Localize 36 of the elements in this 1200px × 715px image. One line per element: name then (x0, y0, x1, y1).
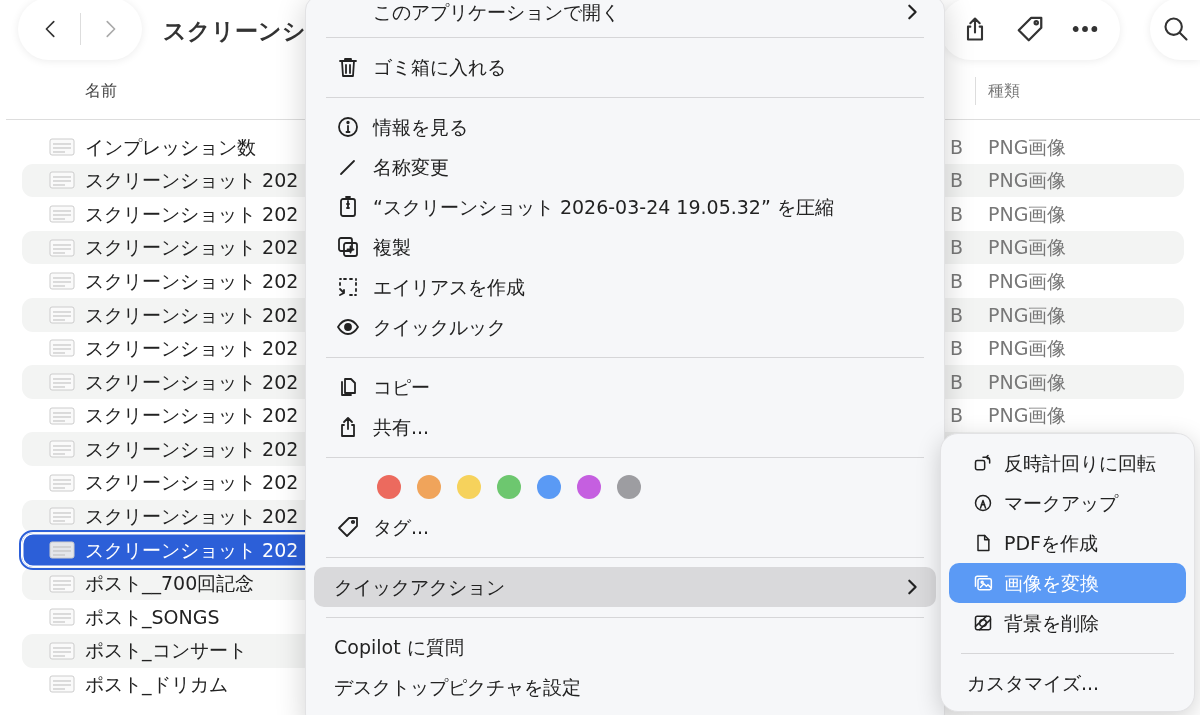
file-name: スクリーンショット 202 (85, 470, 297, 496)
file-name: スクリーンショット 202 (85, 336, 297, 362)
file-name: スクリーンショット 202 (85, 268, 297, 294)
file-size: B (948, 369, 963, 395)
file-name: インプレッション数 (85, 134, 257, 160)
file-name: ポスト__700回記念 (85, 571, 256, 597)
file-type: PNG画像 (988, 268, 1068, 294)
file-name: スクリーンショット 202 (85, 369, 297, 395)
file-type: PNG画像 (988, 302, 1068, 328)
file-name: スクリーンショット 202 (85, 436, 297, 462)
file-name: スクリーンショット 202 (85, 504, 297, 530)
file-type: PNG画像 (988, 369, 1068, 395)
file-name: スクリーンショット 202 (85, 235, 297, 261)
window-title: スクリーンシ (163, 16, 306, 46)
file-type: PNG画像 (988, 235, 1068, 261)
file-type: PNG画像 (988, 201, 1068, 227)
file-size: B (948, 268, 963, 294)
file-name: スクリーンショット 202 (85, 537, 297, 563)
file-name: スクリーンショット 202 (85, 201, 297, 227)
file-size: B (948, 302, 963, 328)
file-type: PNG画像 (988, 168, 1068, 194)
file-size: B (948, 336, 963, 362)
file-size: B (948, 403, 963, 429)
file-name: スクリーンショット 202 (85, 403, 297, 429)
file-size: B (948, 134, 963, 160)
file-name: ポスト_コンサート (85, 638, 248, 664)
file-type: PNG画像 (988, 134, 1068, 160)
file-name: スクリーンショット 202 (85, 302, 297, 328)
file-name: ポスト_SONGS (85, 604, 221, 631)
file-type: PNG画像 (988, 403, 1068, 429)
file-size: B (948, 235, 963, 261)
file-size: B (948, 168, 963, 194)
file-type: PNG画像 (988, 336, 1068, 362)
file-size: B (948, 201, 963, 227)
file-name: ポスト_ドリカム (85, 672, 229, 698)
file-name: スクリーンショット 202 (85, 168, 297, 194)
